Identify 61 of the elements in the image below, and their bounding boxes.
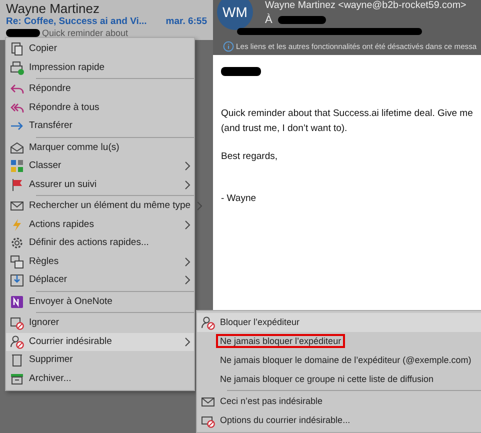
- menu-item[interactable]: Règles: [6, 252, 194, 271]
- message-subject: Re: Coffee, Success ai and Vi...: [6, 16, 147, 28]
- person-blocked-icon: [201, 316, 215, 330]
- message-list-item[interactable]: Wayne Martinez Re: Coffee, Success ai and Vi... mar. 6:55 Quick reminder about: [0, 0, 213, 40]
- onenote-icon: [10, 294, 24, 309]
- menu-item[interactable]: Rechercher un élément du même type: [6, 197, 194, 216]
- menu-item[interactable]: Envoyer à OneNote: [6, 292, 194, 311]
- envelope-blocked-icon: [201, 414, 215, 428]
- body-text-line: Best regards,: [221, 150, 278, 164]
- menu-item[interactable]: Ignorer: [6, 314, 194, 332]
- menu-item[interactable]: Supprimer: [6, 351, 194, 370]
- menu-item[interactable]: Ne jamais bloquer l’expéditeur: [197, 332, 481, 351]
- envelope-icon: [201, 394, 215, 408]
- menu-item[interactable]: Transférer: [6, 117, 194, 136]
- menu-item[interactable]: Déplacer: [6, 271, 194, 290]
- gear-icon: [10, 236, 24, 250]
- lightning-icon: [10, 218, 24, 232]
- message-preview: Quick reminder about: [42, 28, 128, 38]
- info-icon: [223, 41, 234, 52]
- colored-squares-icon: [10, 159, 24, 174]
- menu-item[interactable]: Ne jamais bloquer le domaine de l’expéditeur (@exemple.com): [197, 351, 481, 370]
- menu-item[interactable]: Marquer comme lu(s): [6, 138, 194, 157]
- menu-item[interactable]: Archiver...: [6, 370, 194, 388]
- redaction-bar: [221, 67, 261, 76]
- open-envelope-icon: [10, 140, 24, 155]
- body-text-line: Quick reminder about that Success.ai lifetime deal. Give me: [221, 107, 473, 122]
- menu-item[interactable]: Options du courrier indésirable...: [197, 411, 481, 430]
- person-blocked-icon: [10, 334, 24, 349]
- menu-item[interactable]: Ne jamais bloquer ce groupe ni cette liste de diffusion: [197, 370, 481, 389]
- menu-item[interactable]: Copier: [6, 40, 194, 58]
- menu-item[interactable]: Actions rapides: [6, 216, 194, 234]
- flag-icon: [10, 178, 24, 192]
- envelope-icon: [10, 199, 24, 214]
- menu-item[interactable]: Ceci n’est pas indésirable: [197, 392, 481, 411]
- rules-icon: [10, 254, 24, 269]
- menu-item[interactable]: Impression rapide: [6, 58, 194, 77]
- printer-icon: [10, 60, 24, 75]
- redaction-bar: [6, 29, 40, 37]
- reply-all-arrow-icon: [10, 100, 24, 115]
- menu-item[interactable]: Classer: [6, 157, 194, 176]
- to-label: À: [265, 12, 272, 28]
- menu-item[interactable]: Répondre: [6, 80, 194, 98]
- menu-item[interactable]: Répondre à tous: [6, 98, 194, 117]
- sender-name: Wayne Martinez: [6, 1, 100, 16]
- body-text-line: - Wayne: [221, 192, 258, 206]
- body-text-line: (and trust me, I don’t want to).: [221, 122, 348, 136]
- sender-address: Wayne Martinez <wayne@b2b-rocket59.com>: [265, 0, 468, 12]
- highlight-outline: Ne jamais bloquer l’expéditeur: [216, 334, 346, 348]
- sender-avatar: WM: [217, 0, 253, 30]
- menu-item[interactable]: Bloquer l’expéditeur: [197, 313, 481, 332]
- trash-can-icon: [10, 353, 24, 368]
- archive-box-icon: [10, 372, 24, 386]
- reply-arrow-icon: [10, 82, 24, 96]
- menu-item[interactable]: Assurer un suivi: [6, 176, 194, 194]
- ignore-icon: [10, 316, 24, 330]
- copy-icon: [10, 42, 24, 56]
- redaction-bar: [278, 16, 326, 24]
- move-to-folder-icon: [10, 273, 24, 288]
- menu-item[interactable]: Définir des actions rapides...: [6, 234, 194, 252]
- menu-item[interactable]: Courrier indésirable: [6, 332, 194, 351]
- message-date: mar. 6:55: [166, 16, 207, 28]
